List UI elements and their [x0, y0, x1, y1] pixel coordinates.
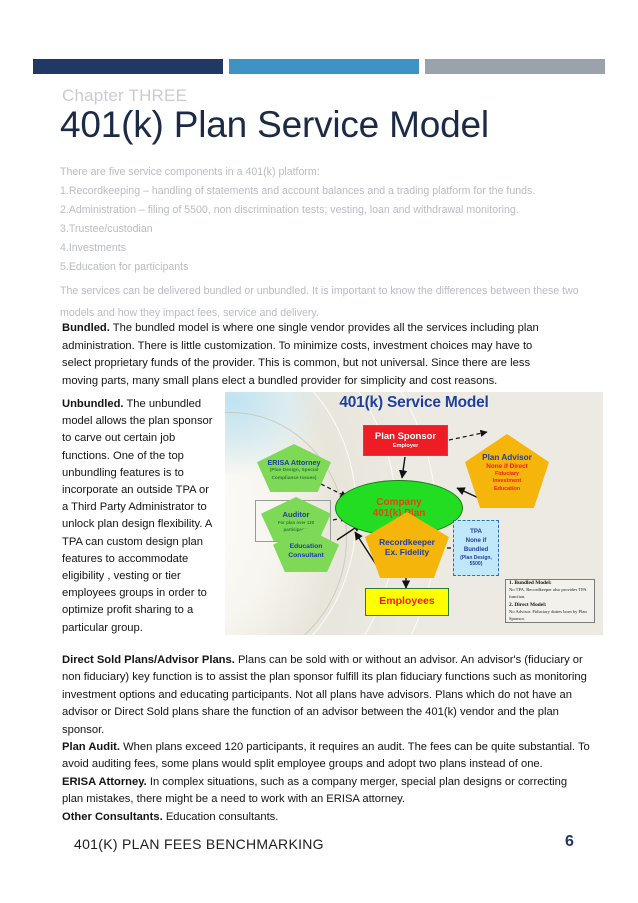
- auditor-title: Auditor: [282, 509, 310, 519]
- diagram-node-tpa: TPA None if Bundled (Plan Design, 5500): [453, 520, 499, 576]
- bundled-body: The bundled model is where one single ve…: [62, 322, 539, 387]
- intro-item-2: 2.Administration – filing of 5500, non d…: [60, 204, 519, 216]
- bottom-paragraph-erisa-attorney: ERISA Attorney. In complex situations, s…: [62, 774, 590, 809]
- footer-page-number: 6: [565, 833, 574, 850]
- bottom-paragraph-plan-audit: Plan Audit. When plans exceed 120 partic…: [62, 739, 590, 774]
- legend-item-1-desc: No TPA. Recordkeeper also provides TPA f…: [509, 587, 587, 600]
- chapter-label: Chapter THREE: [62, 86, 188, 105]
- unbundled-paragraph: Unbundled. The unbundled model allows th…: [62, 396, 214, 637]
- diagram-title: 401(k) Service Model: [339, 394, 489, 411]
- top-banner: [33, 59, 605, 74]
- company-plan-line1: Company: [376, 496, 422, 508]
- other-consultants-body: Education consultants.: [165, 810, 279, 823]
- service-model-diagram: 401(k) Service Model Plan Sponsor Employ…: [225, 392, 603, 635]
- diagram-legend: 1. Bundled Model: No TPA. Recordkeeper a…: [505, 579, 595, 623]
- legend-item-2-title: 2. Direct Model:: [509, 601, 547, 609]
- bottom-paragraph-direct-sold: Direct Sold Plans/Advisor Plans. Plans c…: [62, 652, 590, 739]
- legend-item-2-label: Direct Model:: [514, 602, 547, 608]
- erisa-attorney-line3: Compliance Issues): [271, 475, 317, 481]
- erisa-attorney-heading: ERISA Attorney.: [62, 775, 147, 788]
- erisa-attorney-title: ERISA Attorney: [267, 458, 321, 468]
- tpa-line5: 5500): [469, 561, 483, 568]
- plan-advisor-title: Plan Advisor: [482, 453, 532, 463]
- tpa-line2: None if: [465, 537, 487, 545]
- intro-lead: There are five service components in a 4…: [60, 166, 320, 178]
- legend-item-1-title: 1. Bundled Model:: [509, 579, 552, 587]
- tpa-line3: Bundled: [463, 545, 489, 553]
- banner-segment-gray: [425, 59, 605, 74]
- banner-segment-blue: [229, 59, 419, 74]
- intro-item-4: 4.Investments: [60, 242, 126, 254]
- bundled-heading: Bundled.: [62, 322, 110, 334]
- footer-title: 401(K) PLAN FEES BENCHMARKING: [74, 836, 324, 852]
- unbundled-heading: Unbundled.: [62, 398, 124, 410]
- legend-item-2-desc: No Advisor. Fiduciary duties born by Pla…: [509, 609, 587, 621]
- legend-item-2-num: 2.: [509, 602, 514, 608]
- bundled-paragraph: Bundled. The bundled model is where one …: [62, 320, 540, 390]
- other-consultants-heading: Other Consultants.: [62, 810, 163, 823]
- plan-advisor-line3: Fiduciary: [495, 471, 519, 478]
- education-consultant-line1: Education: [289, 543, 323, 551]
- education-consultant-line2: Consultant: [288, 552, 324, 559]
- banner-segment-navy: [33, 59, 223, 74]
- legend-item-1-label: Bundled Model:: [514, 580, 552, 587]
- auditor-line2: For plan over 120: [277, 519, 315, 525]
- plan-audit-body: When plans exceed 120 participants, it r…: [62, 741, 590, 771]
- plan-sponsor-title: Plan Sponsor: [374, 430, 437, 442]
- diagram-node-plan-sponsor: Plan Sponsor Employer: [363, 425, 448, 456]
- page-title: 401(k) Plan Service Model: [60, 104, 489, 145]
- recordkeeper-line2: Ex. Fidelity: [384, 547, 430, 557]
- direct-sold-heading: Direct Sold Plans/Advisor Plans.: [62, 654, 235, 666]
- tpa-line1: TPA: [470, 528, 482, 536]
- plan-advisor-line5: Education: [493, 485, 521, 492]
- bottom-paragraph-other-consultants: Other Consultants. Education consultants…: [62, 809, 590, 826]
- intro-block: There are five service components in a 4…: [60, 163, 605, 324]
- legend-item-1-num: 1.: [509, 580, 514, 587]
- plan-advisor-line2: None if Direct: [486, 463, 528, 471]
- intro-tail: The services can be delivered bundled or…: [60, 285, 579, 319]
- unbundled-body: The unbundled model allows the plan spon…: [62, 398, 213, 634]
- employees-title: Employees: [379, 595, 435, 608]
- intro-item-1: 1.Recordkeeping – handling of statements…: [60, 185, 536, 197]
- plan-audit-heading: Plan Audit.: [62, 741, 121, 754]
- bottom-text-block: Direct Sold Plans/Advisor Plans. Plans c…: [62, 652, 590, 826]
- intro-item-5: 5.Education for participants: [60, 261, 189, 273]
- direct-sold-body: Plans can be sold with or without an adv…: [62, 654, 587, 736]
- erisa-attorney-line2: (Plan Design, Special: [269, 468, 319, 474]
- intro-item-3: 3.Trustee/custodian: [60, 223, 153, 235]
- recordkeeper-line1: Recordkeeper: [379, 536, 435, 547]
- plan-advisor-line4: Investment: [492, 478, 522, 485]
- plan-sponsor-subtitle: Employer: [392, 442, 419, 449]
- diagram-node-employees: Employees: [365, 588, 449, 616]
